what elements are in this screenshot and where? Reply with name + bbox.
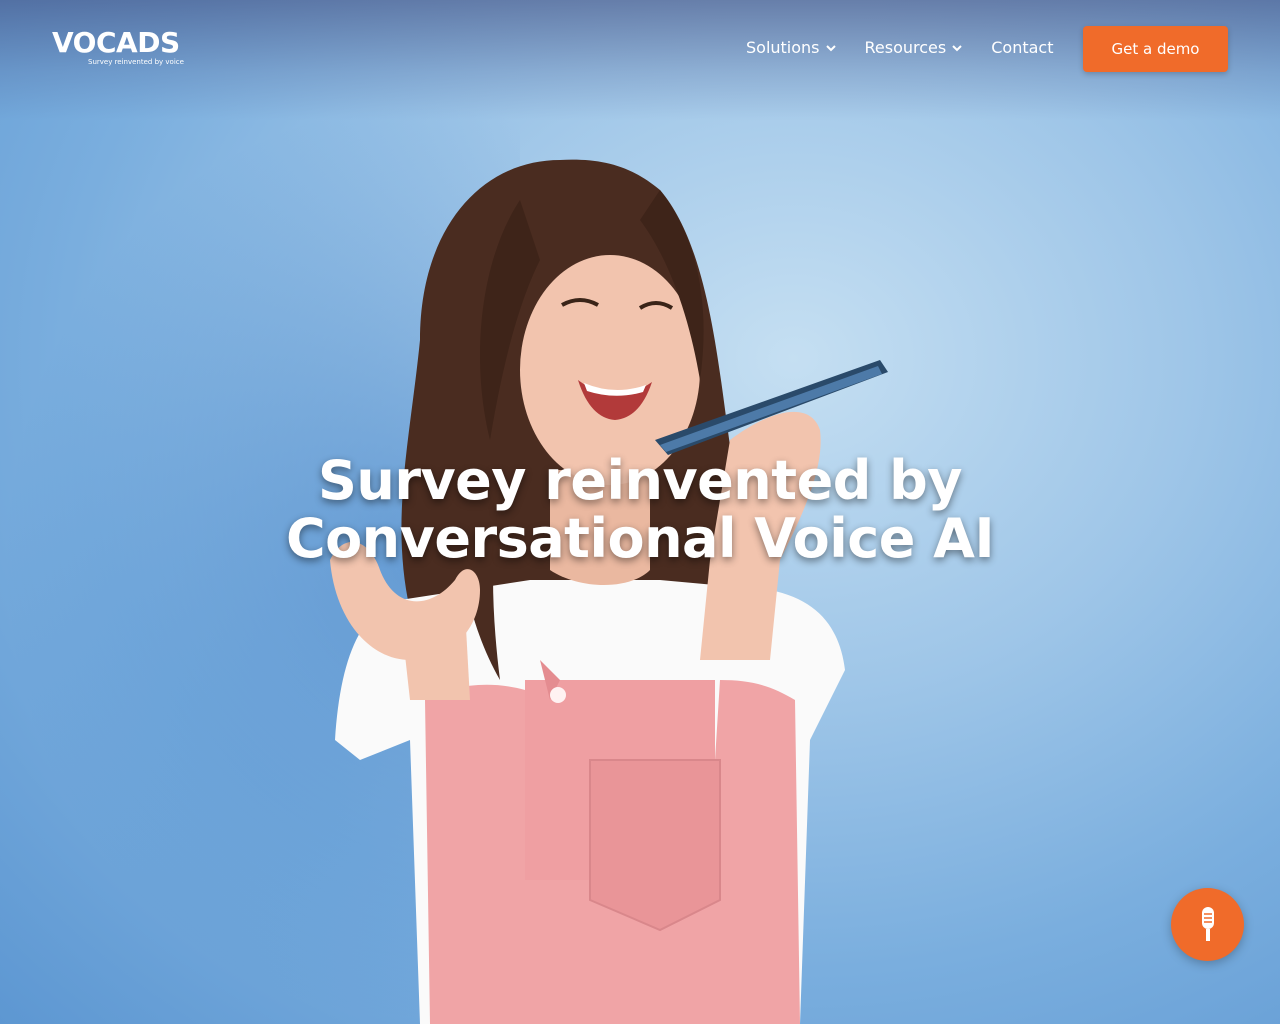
voice-widget-button[interactable] bbox=[1171, 888, 1244, 961]
nav-item-label: Solutions bbox=[746, 38, 820, 57]
chevron-down-icon bbox=[952, 44, 962, 51]
hero-title-line-2: Conversational Voice AI bbox=[285, 507, 995, 570]
get-demo-button[interactable]: Get a demo bbox=[1083, 26, 1228, 72]
page: VOCADS Survey reinvented by voice Soluti… bbox=[0, 0, 1280, 1024]
logo-wordmark: VOCADS bbox=[52, 26, 180, 59]
main-nav: Solutions Resources Contact bbox=[746, 38, 1053, 57]
logo-tagline: Survey reinvented by voice bbox=[88, 58, 184, 66]
microphone-icon bbox=[1201, 906, 1214, 941]
nav-item-solutions[interactable]: Solutions bbox=[746, 38, 837, 57]
brand-logo[interactable]: VOCADS Survey reinvented by voice bbox=[52, 26, 184, 67]
nav-item-label: Resources bbox=[864, 38, 947, 57]
chevron-down-icon bbox=[825, 44, 836, 51]
nav-item-contact[interactable]: Contact bbox=[991, 38, 1053, 57]
hero-image bbox=[330, 159, 888, 1024]
nav-item-label: Contact bbox=[991, 38, 1054, 57]
hero-title-line-1: Survey reinvented by bbox=[317, 449, 963, 512]
hero-title: Survey reinvented by Conversational Voic… bbox=[0, 452, 1280, 568]
nav-item-resources[interactable]: Resources bbox=[865, 38, 964, 57]
site-header: VOCADS Survey reinvented by voice Soluti… bbox=[0, 0, 1280, 100]
